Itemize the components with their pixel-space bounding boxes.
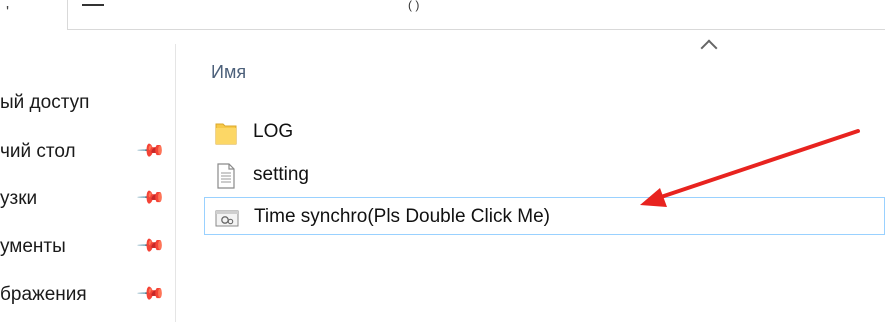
sidebar-item-label: бражения [0,284,87,305]
nav-pin-icon[interactable]: ' [6,4,9,22]
sidebar-item-label: ументы [0,236,66,257]
file-row-setting[interactable]: setting [204,156,885,194]
pin-icon[interactable]: 📌 [136,278,167,309]
sidebar-item-label: чий стол [0,141,76,162]
text-file-icon [217,163,235,189]
file-name: setting [253,164,309,185]
file-list: Имя LOG setting Time synchro(Pls Double … [176,32,885,322]
file-row-time-synchro[interactable]: Time synchro(Pls Double Click Me) [204,197,885,235]
sidebar-item-label: ый доступ [0,92,90,113]
pin-icon[interactable]: 📌 [136,135,167,166]
folder-icon [215,123,237,145]
column-header-name[interactable]: Имя [211,62,246,83]
sidebar-item-desktop[interactable]: чий стол 📌 [0,135,175,169]
address-bar[interactable]: ( ) [67,0,885,30]
sort-chevron-up-icon[interactable] [700,39,718,57]
file-row-log[interactable]: LOG [204,113,885,151]
file-name: Time synchro(Pls Double Click Me) [254,206,550,227]
sidebar-item-downloads[interactable]: узки 📌 [0,182,175,216]
address-path-glyph[interactable]: ( ) [408,0,419,12]
top-toolbar: ' ( ) [0,0,885,32]
config-file-icon [215,210,239,227]
sidebar-item-documents[interactable]: ументы 📌 [0,230,175,264]
navigation-pane: ый доступ чий стол 📌 узки 📌 ументы 📌 бра… [0,32,175,322]
pin-icon[interactable]: 📌 [136,182,167,213]
sidebar-item-pictures[interactable]: бражения 📌 [0,278,175,312]
pin-icon[interactable]: 📌 [136,230,167,261]
sidebar-item-label: узки [0,188,38,209]
sidebar-item-quick-access[interactable]: ый доступ [0,86,175,120]
file-name: LOG [253,121,294,142]
address-separator [82,4,104,6]
